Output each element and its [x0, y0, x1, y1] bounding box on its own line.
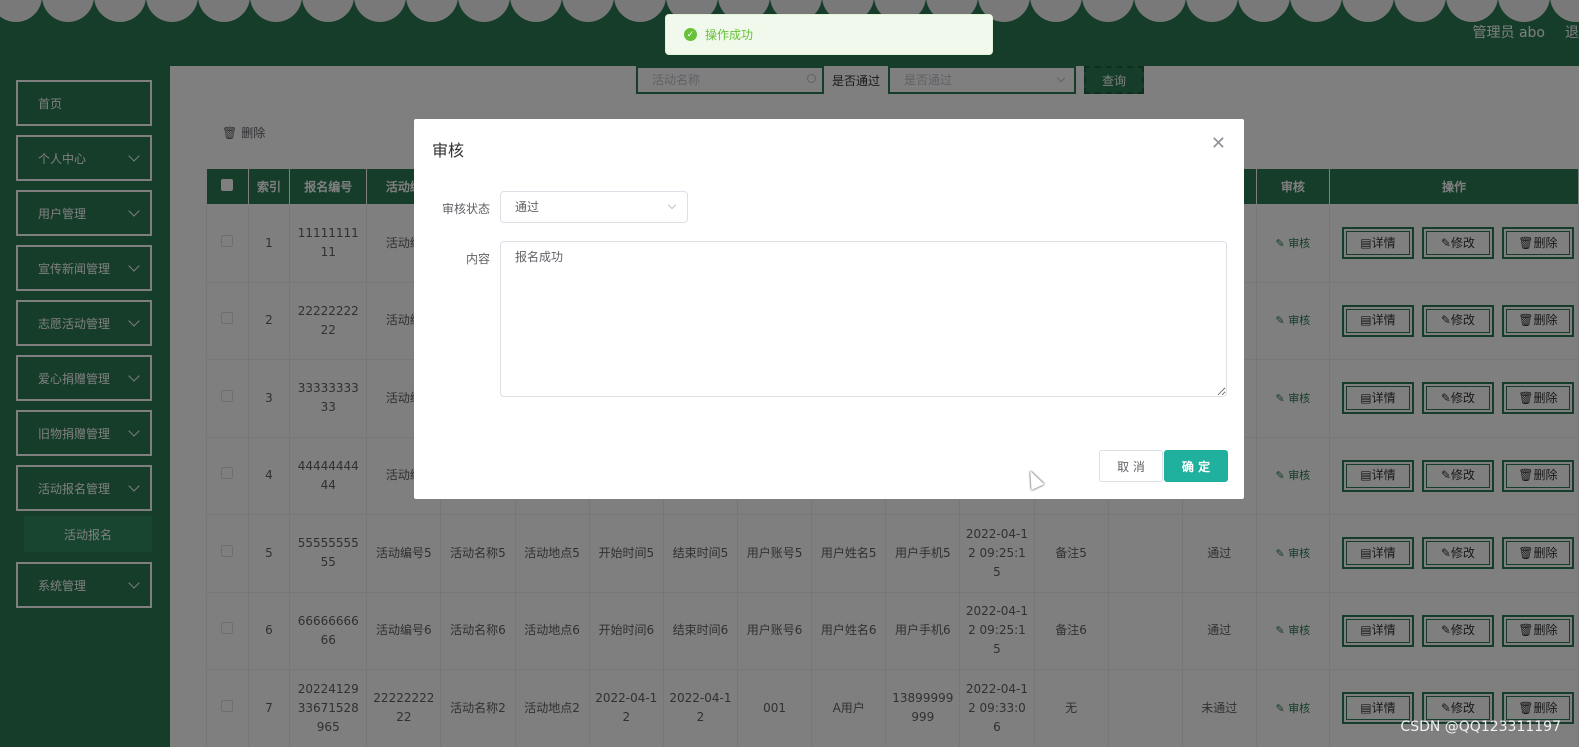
watermark: CSDN @QQ123311197	[1400, 719, 1561, 735]
toast-message: 操作成功	[705, 28, 754, 42]
cancel-button[interactable]: 取 消	[1099, 450, 1163, 482]
chevron-down-icon	[667, 200, 677, 210]
success-toast: ✓ 操作成功	[665, 14, 993, 55]
close-icon[interactable]: ✕	[1211, 133, 1226, 154]
audit-status-value: 通过	[515, 200, 540, 214]
audit-status-label: 审核状态	[441, 202, 490, 216]
check-circle-icon: ✓	[684, 28, 697, 41]
confirm-button[interactable]: 确 定	[1164, 450, 1228, 482]
dialog-title: 审核	[432, 141, 465, 160]
content-textarea[interactable]	[500, 241, 1227, 397]
audit-dialog: 审核 ✕ 审核状态 通过 内容 取 消 确 定	[414, 119, 1244, 499]
audit-status-select[interactable]: 通过	[500, 191, 688, 223]
content-label: 内容	[465, 252, 490, 266]
